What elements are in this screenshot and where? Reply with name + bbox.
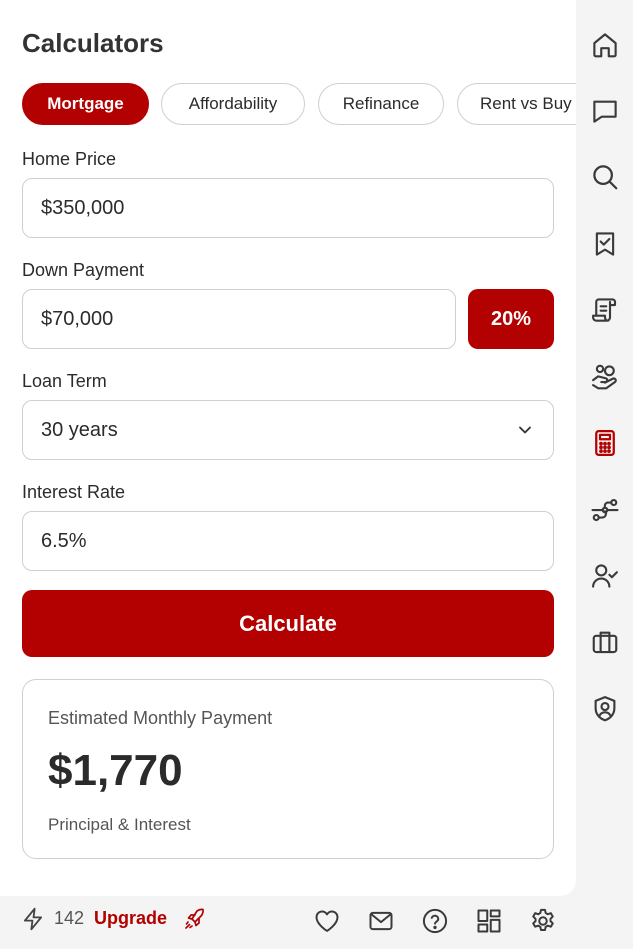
rocket-icon bbox=[183, 907, 207, 931]
search-icon[interactable] bbox=[590, 162, 620, 192]
upgrade-link[interactable]: Upgrade bbox=[94, 908, 167, 929]
loan-term-label: Loan Term bbox=[22, 371, 107, 391]
settings-icon[interactable] bbox=[529, 907, 557, 935]
mail-icon[interactable] bbox=[367, 907, 395, 935]
bolt-icon bbox=[20, 906, 46, 932]
calculate-button[interactable]: Calculate bbox=[22, 590, 554, 657]
down-payment-percent-button[interactable]: 20% bbox=[468, 289, 554, 349]
page-title: Calculators bbox=[22, 28, 164, 58]
help-icon[interactable] bbox=[421, 907, 449, 935]
scroll-icon[interactable] bbox=[590, 295, 620, 325]
bottom-bar: 142 Upgrade bbox=[0, 896, 633, 949]
down-payment-value: $70,000 bbox=[41, 307, 114, 330]
home-price-input[interactable]: $350,000 bbox=[22, 178, 554, 238]
main-panel: Calculators Mortgage Affordability Refin… bbox=[0, 0, 576, 896]
loan-term-select[interactable]: 30 years bbox=[22, 400, 554, 460]
result-sublabel: Principal & Interest bbox=[48, 815, 191, 834]
loan-term-value: 30 years bbox=[41, 418, 118, 441]
heart-icon[interactable] bbox=[313, 907, 341, 935]
tab-rent-vs-buy[interactable]: Rent vs Buy bbox=[457, 83, 576, 125]
briefcase-icon[interactable] bbox=[590, 627, 620, 657]
home-price-value: $350,000 bbox=[41, 196, 125, 219]
chevron-down-icon bbox=[515, 420, 535, 440]
result-label: Estimated Monthly Payment bbox=[48, 708, 273, 728]
calculator-tabs: Mortgage Affordability Refinance Rent vs… bbox=[22, 83, 576, 125]
route-icon[interactable] bbox=[590, 495, 620, 525]
calculator-icon[interactable] bbox=[590, 428, 620, 458]
bookmark-check-icon[interactable] bbox=[590, 229, 620, 259]
side-rail bbox=[576, 0, 633, 896]
down-payment-label: Down Payment bbox=[22, 260, 145, 280]
interest-rate-label: Interest Rate bbox=[22, 482, 126, 502]
home-price-label: Home Price bbox=[22, 149, 117, 169]
interest-rate-input[interactable]: 6.5% bbox=[22, 511, 554, 571]
tab-refinance[interactable]: Refinance bbox=[318, 83, 444, 125]
credits-count: 142 bbox=[54, 908, 85, 928]
grid-icon[interactable] bbox=[475, 907, 503, 935]
result-card: Estimated Monthly Payment $1,770 Princip… bbox=[22, 679, 554, 859]
tab-affordability[interactable]: Affordability bbox=[161, 83, 305, 125]
interest-rate-value: 6.5% bbox=[41, 529, 87, 552]
down-payment-input[interactable]: $70,000 bbox=[22, 289, 456, 349]
monthly-payment-value: $1,770 bbox=[48, 746, 183, 795]
hand-coins-icon[interactable] bbox=[590, 362, 620, 392]
home-icon[interactable] bbox=[590, 30, 620, 60]
shield-user-icon[interactable] bbox=[590, 694, 620, 724]
user-check-icon[interactable] bbox=[590, 561, 620, 591]
tab-mortgage[interactable]: Mortgage bbox=[22, 83, 149, 125]
chat-icon[interactable] bbox=[590, 96, 620, 126]
